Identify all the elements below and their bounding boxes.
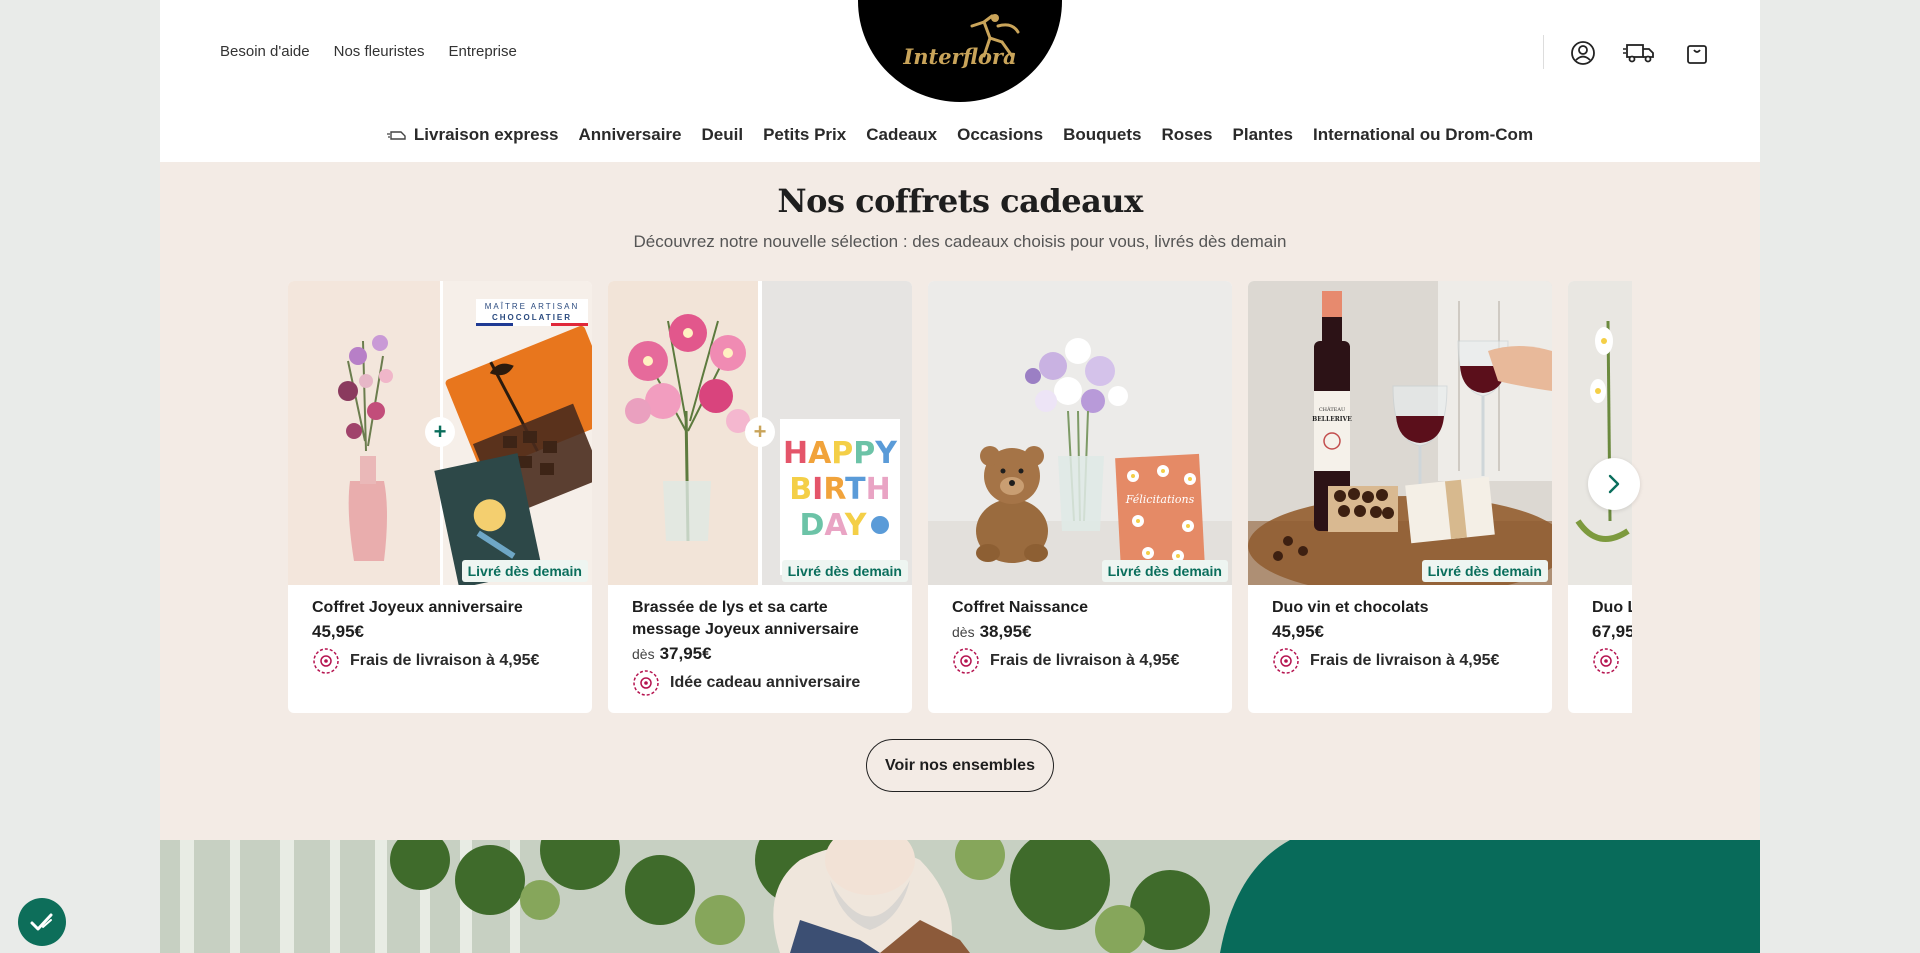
nav-item-label: Petits Prix xyxy=(763,125,847,144)
product-image: CHÂTEAU BELLERIVE Livré dès demain xyxy=(1248,281,1552,585)
site-header: Besoin d'aide Nos fleuristes Entreprise … xyxy=(160,0,1760,162)
product-price-row: dès 37,95€ xyxy=(632,644,712,664)
nav-item-label: Roses xyxy=(1161,125,1213,144)
nav-item-label: Occasions xyxy=(957,125,1044,144)
nav-item-anniversaire[interactable]: Anniversaire xyxy=(579,125,682,145)
product-card[interactable]: HAPPY BIRTH DAY + Livré dès demain Brass… xyxy=(608,281,912,713)
product-title: Coffret Naissance xyxy=(952,599,1089,616)
product-price: 37,95€ xyxy=(659,644,712,663)
product-title: Coffret Joyeux anniversaire xyxy=(312,599,523,616)
interflora-logo[interactable]: Interflora xyxy=(858,0,1062,102)
product-price-row: 45,95€ xyxy=(1272,622,1324,642)
nav-item-label: International ou Drom-Com xyxy=(1313,125,1534,144)
delivery-badge: Livré dès demain xyxy=(1101,560,1228,582)
checkmark-icon xyxy=(30,913,53,931)
cookie-consent-button[interactable] xyxy=(18,898,66,946)
product-title: Brassée de lys et sa carte message Joyeu… xyxy=(632,599,859,638)
flower-seal-icon xyxy=(953,648,979,674)
product-price: 45,95€ xyxy=(1272,622,1324,641)
product-image: MAÎTRE ARTISAN CHOCOLATIER + Livré dès d… xyxy=(288,281,592,585)
price-prefix: dès xyxy=(632,646,655,662)
section-title: Nos coffrets cadeaux xyxy=(777,182,1143,220)
product-image xyxy=(1568,281,1632,585)
nav-item-international[interactable]: International ou Drom-Com xyxy=(1313,125,1533,145)
promo-text: Frais de livraison à 4,95€ xyxy=(350,652,540,669)
plus-icon: + xyxy=(745,417,775,447)
delivery-badge: Livré dès demain xyxy=(1421,560,1548,582)
nav-item-label: Plantes xyxy=(1232,125,1293,144)
nav-item-occasions[interactable]: Occasions xyxy=(957,125,1043,145)
product-title: Duo vin et chocolats xyxy=(1272,599,1429,616)
product-price-row: 67,95 xyxy=(1592,622,1632,642)
delivery-truck-icon[interactable] xyxy=(1622,38,1656,68)
business-link[interactable]: Entreprise xyxy=(448,43,516,60)
nav-item-express[interactable]: Livraison express xyxy=(386,125,559,145)
promo-text: Frais de livraison à 4,95€ xyxy=(990,652,1180,669)
flower-seal-icon xyxy=(633,670,659,696)
express-delivery-icon xyxy=(386,131,406,140)
nav-item-deuil[interactable]: Deuil xyxy=(702,125,744,145)
product-card[interactable]: MAÎTRE ARTISAN CHOCOLATIER + Livré dès d… xyxy=(288,281,592,713)
utility-links: Besoin d'aide Nos fleuristes Entreprise xyxy=(220,43,517,60)
nav-item-roses[interactable]: Roses xyxy=(1161,125,1212,145)
nav-item-label: Livraison express xyxy=(413,125,559,144)
hero-banner xyxy=(160,840,1760,953)
logo-wordmark: Interflora xyxy=(903,44,1017,69)
product-image: Félicitations Livré dès demain xyxy=(928,281,1232,585)
plus-icon: + xyxy=(425,417,455,447)
promo-text: Frais de livraison à 4,95€ xyxy=(1310,652,1500,669)
flower-seal-icon xyxy=(1273,648,1299,674)
florists-link[interactable]: Nos fleuristes xyxy=(334,43,425,60)
svg-text:DAY: DAY xyxy=(800,508,868,543)
product-price-row: 45,95€ xyxy=(312,622,364,642)
product-promo: Frais de livraison à 4,95€ xyxy=(1272,647,1499,675)
svg-text:CHÂTEAU: CHÂTEAU xyxy=(1319,406,1345,413)
page: Besoin d'aide Nos fleuristes Entreprise … xyxy=(160,0,1760,953)
product-price: 67,95 xyxy=(1592,622,1632,641)
product-image: HAPPY BIRTH DAY + Livré dès demain xyxy=(608,281,912,585)
product-title: Duo L xyxy=(1592,599,1632,616)
svg-text:CHOCOLATIER: CHOCOLATIER xyxy=(492,313,572,322)
product-promo: Frais de livraison à 4,95€ xyxy=(952,647,1179,675)
section-subtitle: Découvrez notre nouvelle sélection : des… xyxy=(633,232,1287,251)
nav-item-label: Bouquets xyxy=(1063,125,1142,144)
main-nav: Livraison express Anniversaire Deuil Pet… xyxy=(160,125,1760,145)
carousel-next-button[interactable] xyxy=(1588,458,1640,510)
product-price: 45,95€ xyxy=(312,622,364,641)
product-promo: Frais de livraison à 4,95€ xyxy=(312,647,539,675)
price-prefix: dès xyxy=(952,624,975,640)
account-icon[interactable] xyxy=(1568,38,1598,68)
flower-seal-icon xyxy=(313,648,339,674)
help-link[interactable]: Besoin d'aide xyxy=(220,43,310,60)
product-card[interactable]: CHÂTEAU BELLERIVE Livré dès demain Duo v… xyxy=(1248,281,1552,713)
product-price: 38,95€ xyxy=(979,622,1032,641)
product-promo xyxy=(1592,647,1620,675)
header-divider xyxy=(1543,35,1544,69)
hero-image xyxy=(160,840,1760,953)
nav-item-plantes[interactable]: Plantes xyxy=(1233,125,1293,145)
see-sets-button[interactable]: Voir nos ensembles xyxy=(866,739,1054,792)
svg-text:HAPPY: HAPPY xyxy=(783,436,898,471)
svg-text:BELLERIVE: BELLERIVE xyxy=(1312,416,1352,423)
flower-seal-icon xyxy=(1593,648,1619,674)
svg-text:MAÎTRE ARTISAN: MAÎTRE ARTISAN xyxy=(485,302,580,311)
product-card[interactable]: Félicitations Livré dès demain Coffret N… xyxy=(928,281,1232,713)
cart-icon[interactable] xyxy=(1682,38,1712,68)
nav-item-label: Cadeaux xyxy=(866,125,938,144)
gift-boxes-section: Nos coffrets cadeaux Découvrez notre nou… xyxy=(160,162,1760,840)
delivery-badge: Livré dès demain xyxy=(781,560,908,582)
chevron-right-icon xyxy=(1608,474,1620,494)
svg-text:Félicitations: Félicitations xyxy=(1125,493,1195,506)
delivery-badge: Livré dès demain xyxy=(461,560,588,582)
promo-text: Idée cadeau anniversaire xyxy=(670,674,861,691)
nav-item-cadeaux[interactable]: Cadeaux xyxy=(866,125,937,145)
nav-item-petits-prix[interactable]: Petits Prix xyxy=(763,125,846,145)
product-promo: Idée cadeau anniversaire xyxy=(632,669,860,697)
nav-item-bouquets[interactable]: Bouquets xyxy=(1063,125,1141,145)
nav-item-label: Deuil xyxy=(701,125,744,144)
product-carousel: MAÎTRE ARTISAN CHOCOLATIER + Livré dès d… xyxy=(288,281,1632,713)
nav-item-label: Anniversaire xyxy=(578,125,682,144)
svg-text:BIRTH: BIRTH xyxy=(789,472,890,507)
product-price-row: dès 38,95€ xyxy=(952,622,1032,642)
